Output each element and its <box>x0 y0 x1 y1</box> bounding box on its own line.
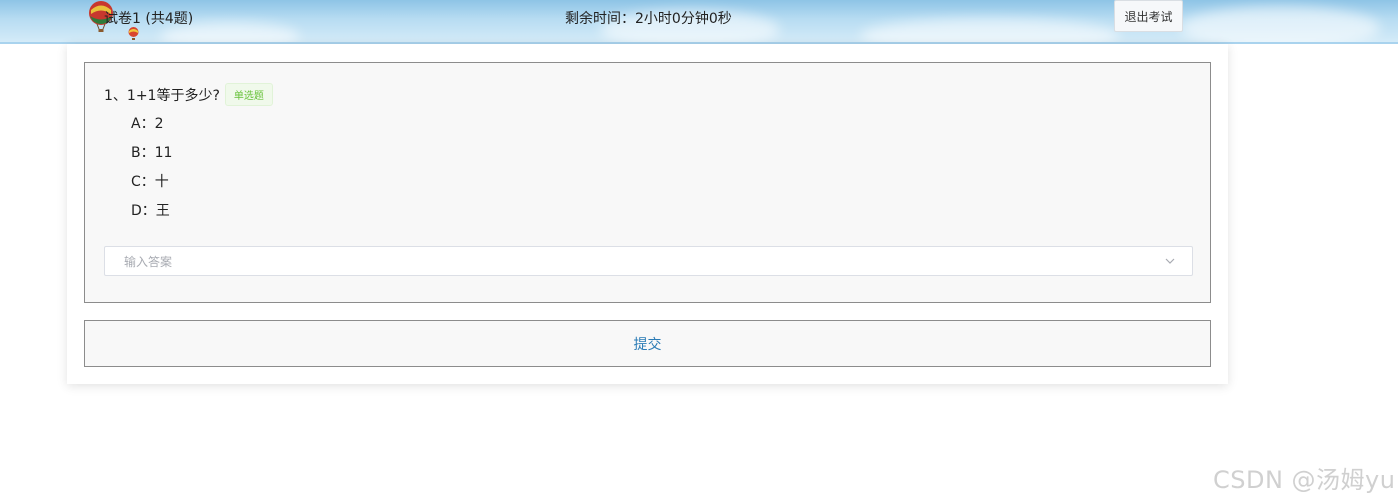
question-text: 1、1+1等于多少? <box>104 87 220 104</box>
question-panel: 1、1+1等于多少? 单选题 A：2 B：11 C：十 D：王 输入答案 <box>84 62 1211 303</box>
answer-select[interactable]: 输入答案 <box>104 246 1193 276</box>
submit-label: 提交 <box>633 336 662 353</box>
option-list: A：2 B：11 C：十 D：王 <box>131 114 172 230</box>
option-a: A：2 <box>131 116 164 132</box>
cloud-decoration <box>860 18 1120 42</box>
option-c: C：十 <box>131 174 169 190</box>
question-type-tag: 单选题 <box>224 83 273 106</box>
exam-title: 试卷1 (共4题) <box>104 11 194 27</box>
exit-exam-button[interactable]: 退出考试 <box>1114 0 1183 32</box>
question-header: 1、1+1等于多少? 单选题 <box>104 83 273 106</box>
option-d: D：王 <box>131 203 170 219</box>
remaining-time: 剩余时间：2小时0分钟0秒 <box>565 11 732 27</box>
watermark: CSDN @汤姆yu <box>1213 466 1396 494</box>
hot-air-balloon-icon <box>128 27 139 40</box>
answer-placeholder: 输入答案 <box>124 254 173 269</box>
top-header: 试卷1 (共4题) 剩余时间：2小时0分钟0秒 退出考试 <box>0 0 1398 44</box>
submit-button[interactable]: 提交 <box>84 320 1211 367</box>
cloud-decoration <box>1180 6 1380 42</box>
chevron-down-icon[interactable] <box>1164 255 1176 267</box>
option-b: B：11 <box>131 145 173 161</box>
exam-card: 1、1+1等于多少? 单选题 A：2 B：11 C：十 D：王 输入答案 提交 <box>67 44 1228 384</box>
